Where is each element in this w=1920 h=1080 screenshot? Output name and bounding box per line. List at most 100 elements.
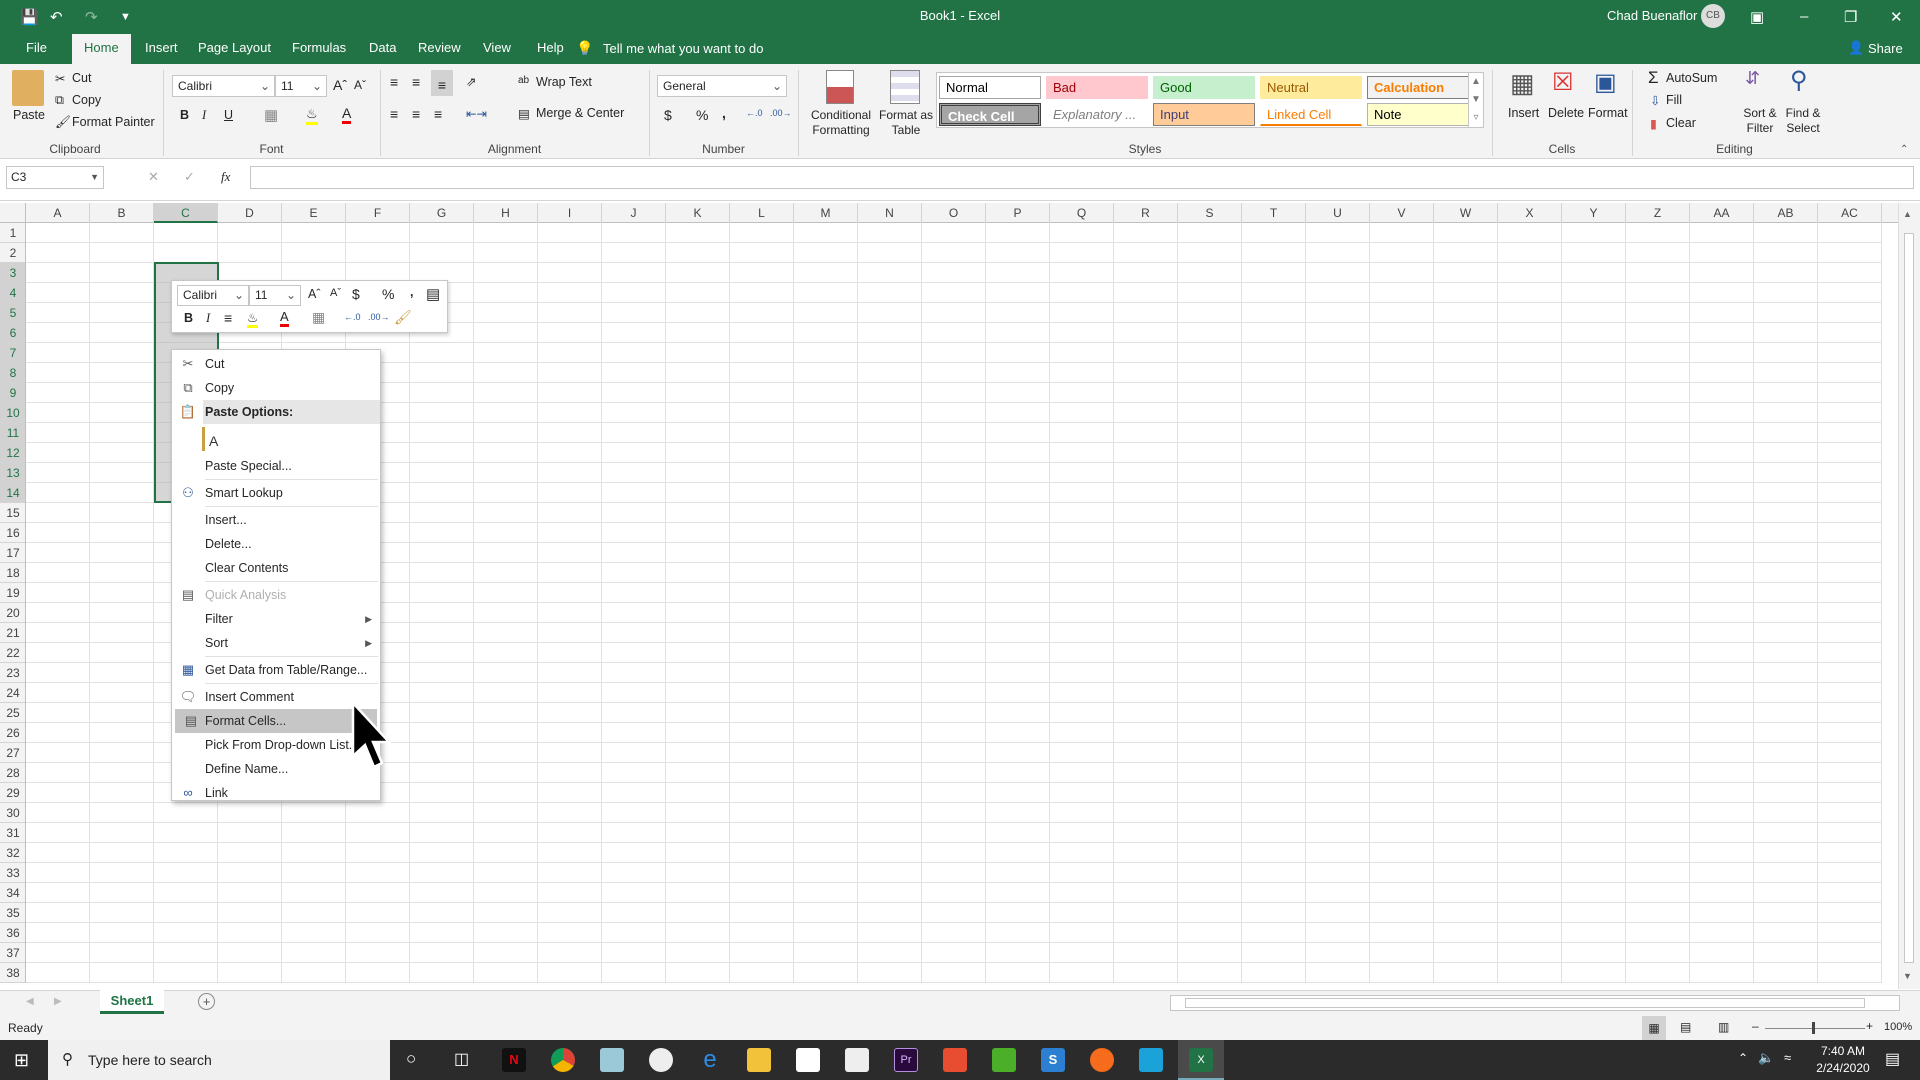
zoom-out-icon[interactable]: – [1752,1019,1759,1033]
app-icon[interactable] [600,1048,624,1072]
store-icon[interactable] [796,1048,820,1072]
column-header-M[interactable]: M [794,203,858,223]
increase-font-icon[interactable]: Aˆ [308,287,321,301]
insert-cells-icon[interactable]: ▦ [1510,68,1535,99]
bottom-align-icon[interactable]: ≡ [431,70,453,96]
menu-item-cut[interactable]: ✂ Cut [172,352,380,376]
row-header-25[interactable]: 25 [0,703,25,723]
orientation-icon[interactable]: ⇗ [466,74,476,89]
tab-data[interactable]: Data [357,34,408,64]
font-color-icon[interactable]: A [342,105,352,124]
normal-view-icon[interactable]: ▦ [1642,1016,1666,1040]
row-header-36[interactable]: 36 [0,923,25,943]
volume-icon[interactable]: 🔈 [1758,1050,1774,1066]
menu-item-paste-special[interactable]: Paste Special... [172,454,380,478]
tab-formulas[interactable]: Formulas [280,34,358,64]
cortana-icon[interactable]: ○ [406,1049,416,1069]
column-header-A[interactable]: A [26,203,90,223]
tab-review[interactable]: Review [406,34,473,64]
italic-button[interactable]: I [202,108,206,123]
column-header-Z[interactable]: Z [1626,203,1690,223]
column-header-O[interactable]: O [922,203,986,223]
mini-italic-button[interactable]: I [206,311,210,326]
column-header-Q[interactable]: Q [1050,203,1114,223]
menu-item-pick-from-drop-down-list[interactable]: Pick From Drop-down List... [172,733,380,757]
decrease-font-icon[interactable]: Aˇ [330,287,341,299]
increase-decimal-icon[interactable]: ←.0 [746,108,763,118]
select-all-corner[interactable] [0,203,26,223]
vertical-scrollbar[interactable]: ▲ ▼ [1898,203,1920,989]
netflix-icon[interactable]: N [502,1048,526,1072]
menu-item-link[interactable]: ∞ Link [172,781,380,805]
column-header-P[interactable]: P [986,203,1050,223]
restore-icon[interactable]: ❐ [1844,8,1857,26]
row-header-34[interactable]: 34 [0,883,25,903]
delete-cells-button[interactable]: Delete [1548,106,1584,120]
fill-color-icon[interactable]: ♨ [306,106,318,125]
menu-item-filter[interactable]: Filter ▶ [172,607,380,631]
horizontal-scrollbar[interactable] [1170,995,1900,1011]
paste-option-button[interactable]: A [202,427,226,451]
tab-file[interactable]: File [14,34,59,64]
find-icon[interactable]: ⚲ [1790,66,1808,95]
hscroll-thumb[interactable] [1185,998,1865,1008]
excel-taskbar-button[interactable]: X [1178,1040,1224,1080]
column-header-R[interactable]: R [1114,203,1178,223]
row-header-14[interactable]: 14 [0,483,25,503]
app-blue-icon[interactable] [1139,1048,1163,1072]
paste-button[interactable]: Paste [13,108,45,122]
zoom-slider-handle[interactable] [1812,1022,1815,1034]
middle-align-icon[interactable]: ≡ [412,74,420,90]
style-check-cell[interactable]: Check Cell [939,103,1041,126]
mini-bold-button[interactable]: B [184,311,193,325]
column-header-B[interactable]: B [90,203,154,223]
row-header-15[interactable]: 15 [0,503,25,523]
chrome-icon[interactable] [551,1048,575,1072]
format-as-table-button[interactable]: Format as Table [876,108,936,138]
premiere-icon[interactable]: Pr [894,1048,918,1072]
tab-view[interactable]: View [471,34,523,64]
scroll-thumb[interactable] [1904,233,1914,963]
zoom-in-icon[interactable]: + [1866,1019,1873,1033]
cut-button[interactable]: Cut [72,71,91,85]
underline-button[interactable]: U [224,108,233,122]
column-header-L[interactable]: L [730,203,794,223]
column-header-AA[interactable]: AA [1690,203,1754,223]
increase-decimal-icon[interactable]: ←.0 [344,312,361,322]
mail-icon[interactable] [845,1048,869,1072]
comma-icon[interactable]: , [410,285,413,299]
row-header-26[interactable]: 26 [0,723,25,743]
row-header-5[interactable]: 5 [0,303,25,323]
font-size-dropdown[interactable]: 11 ⌄ [275,75,327,97]
indent-icon[interactable]: ⇤⇥ [466,106,487,121]
row-header-33[interactable]: 33 [0,863,25,883]
menu-item-clear-contents[interactable]: Clear Contents [172,556,380,580]
column-header-C[interactable]: C [154,203,218,223]
row-header-6[interactable]: 6 [0,323,25,343]
format-as-table-icon[interactable] [890,70,920,104]
top-align-icon[interactable]: ≡ [390,74,398,90]
app-s-icon[interactable]: S [1041,1048,1065,1072]
zoom-slider[interactable] [1765,1028,1865,1029]
insert-cells-button[interactable]: Insert [1508,106,1539,120]
style-note[interactable]: Note [1367,103,1469,126]
mini-size-dropdown[interactable]: 11 ⌄ [249,285,301,306]
wifi-icon[interactable]: ≈ [1784,1050,1791,1065]
align-right-icon[interactable]: ≡ [434,106,442,122]
column-header-J[interactable]: J [602,203,666,223]
row-header-24[interactable]: 24 [0,683,25,703]
row-header-4[interactable]: 4 [0,283,25,303]
row-header-18[interactable]: 18 [0,563,25,583]
minimize-icon[interactable]: – [1800,8,1808,25]
page-layout-view-icon[interactable]: ▤ [1680,1020,1691,1034]
align-center-icon[interactable]: ≡ [412,106,420,122]
row-header-11[interactable]: 11 [0,423,25,443]
column-header-K[interactable]: K [666,203,730,223]
decrease-decimal-icon[interactable]: .00→ [368,312,390,322]
style-good[interactable]: Good [1153,76,1255,99]
notifications-icon[interactable]: ▤ [1885,1049,1900,1069]
cancel-icon[interactable]: ✕ [148,169,159,185]
row-header-35[interactable]: 35 [0,903,25,923]
font-name-dropdown[interactable]: Calibri ⌄ [172,75,275,97]
column-header-N[interactable]: N [858,203,922,223]
